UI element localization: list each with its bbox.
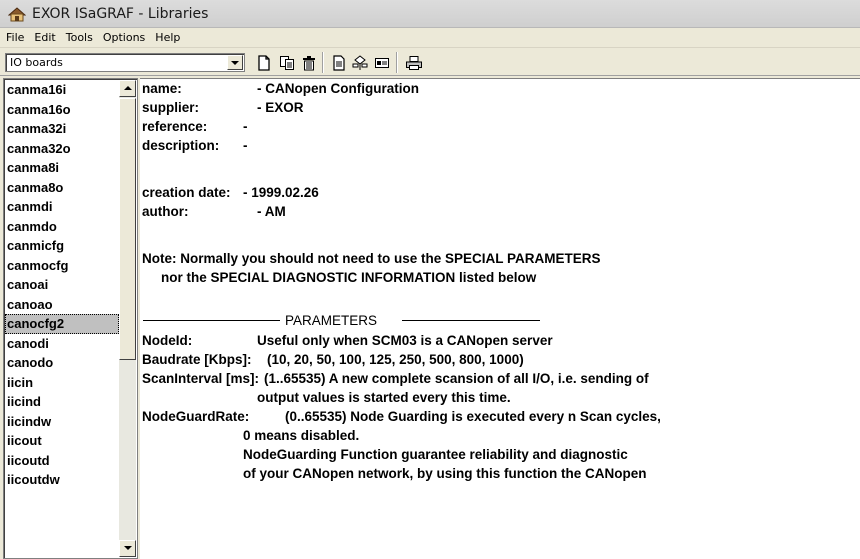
note-line-2: nor the SPECIAL DIAGNOSTIC INFORMATION l… (161, 270, 537, 285)
window-title: EXOR ISaGRAF - Libraries (32, 5, 209, 22)
baudrate-label: Baudrate [Kbps]: (142, 352, 252, 367)
delete-icon (303, 55, 315, 70)
menu-bar: File Edit Tools Options Help (0, 28, 860, 48)
menu-file[interactable]: File (0, 28, 29, 48)
scroll-down-button[interactable] (119, 540, 136, 557)
scroll-up-button[interactable] (119, 80, 136, 97)
scaninterval-text-2: output values is started every this time… (257, 390, 511, 405)
author-value: - AM (257, 204, 286, 219)
nodeguardrate-label: NodeGuardRate: (142, 409, 250, 424)
nodeguardrate-text-4: of your CANopen network, by using this f… (243, 466, 647, 481)
menu-help[interactable]: Help (150, 28, 185, 48)
parameters-heading: PARAMETERS (285, 313, 378, 328)
list-item[interactable]: canoai (5, 275, 119, 295)
name-label: name: (142, 81, 182, 96)
list-item[interactable]: iicoutdw (5, 470, 119, 490)
nodeguardrate-text-2: 0 means disabled. (243, 428, 360, 443)
toolbar-separator (396, 52, 398, 73)
list-item[interactable]: canma32i (5, 119, 119, 139)
description-label: description: (142, 138, 220, 153)
reference-label: reference: (142, 119, 208, 134)
list-item[interactable]: canmdo (5, 217, 119, 237)
creation-date-value: - 1999.02.26 (243, 185, 319, 200)
author-label: author: (142, 204, 189, 219)
library-type-value: IO boards (10, 56, 63, 69)
nodeguardrate-text: (0..65535) Node Guarding is executed eve… (285, 409, 661, 424)
new-document-icon (258, 54, 270, 71)
nodeid-text: Useful only when SCM03 is a CANopen serv… (257, 333, 553, 348)
list-item[interactable]: iicind (5, 392, 119, 412)
list-item[interactable]: canmocfg (5, 256, 119, 276)
print-button[interactable] (404, 53, 424, 72)
parameters-rule-right (402, 320, 540, 321)
name-value: - CANopen Configuration (257, 81, 419, 96)
nodeid-label: NodeId: (142, 333, 193, 348)
view-icon (375, 57, 389, 68)
library-list[interactable]: canma16i canma16o canma32i canma32o canm… (3, 78, 138, 559)
nodeguardrate-text-3: NodeGuarding Function guarantee reliabil… (243, 447, 628, 462)
copy-button[interactable] (277, 53, 297, 72)
copy-icon (280, 55, 294, 70)
list-item[interactable]: canma8i (5, 158, 119, 178)
library-type-select[interactable]: IO boards (5, 53, 245, 72)
list-item[interactable]: canma16i (5, 80, 119, 100)
note-line-1: Note: Normally you should not need to us… (142, 251, 601, 266)
library-description-pane: name: - CANopen Configuration supplier: … (140, 78, 860, 559)
scrollbar-thumb[interactable] (119, 98, 136, 360)
list-item[interactable]: canma8o (5, 178, 119, 198)
description-value: - (243, 138, 248, 153)
scaninterval-text: (1..65535) A new complete scansion of al… (264, 371, 649, 386)
title-bar: EXOR ISaGRAF - Libraries (0, 0, 860, 28)
list-item[interactable]: canodo (5, 353, 119, 373)
list-item[interactable]: canodi (5, 334, 119, 354)
list-item[interactable]: canmdi (5, 197, 119, 217)
list-scrollbar[interactable] (119, 80, 136, 557)
properties-button[interactable] (329, 53, 349, 72)
scaninterval-label: ScanInterval [ms]: (142, 371, 260, 386)
menu-tools[interactable]: Tools (61, 28, 98, 48)
library-list-items: canma16i canma16o canma32i canma32o canm… (5, 80, 119, 490)
list-item[interactable]: iicoutd (5, 451, 119, 471)
list-item[interactable]: canmicfg (5, 236, 119, 256)
dropdown-arrow-button[interactable] (227, 55, 243, 70)
view-button[interactable] (372, 53, 392, 72)
compile-icon (352, 54, 368, 70)
list-item[interactable]: canoao (5, 295, 119, 315)
toolbar: IO boards (0, 49, 860, 76)
properties-icon (333, 54, 345, 71)
list-item[interactable]: iicin (5, 373, 119, 393)
baudrate-text: (10, 20, 50, 100, 125, 250, 500, 800, 10… (267, 352, 524, 367)
supplier-label: supplier: (142, 100, 200, 115)
list-item[interactable]: canma16o (5, 100, 119, 120)
list-item-selected[interactable]: canocfg2 (5, 314, 119, 334)
print-icon (406, 55, 422, 70)
toolbar-separator (322, 52, 324, 73)
compile-button[interactable] (350, 53, 370, 72)
parameters-rule-left (143, 320, 280, 321)
creation-date-label: creation date: (142, 185, 231, 200)
reference-value: - (243, 119, 248, 134)
new-document-button[interactable] (254, 53, 274, 72)
menu-edit[interactable]: Edit (29, 28, 60, 48)
supplier-value: - EXOR (257, 100, 304, 115)
list-item[interactable]: iicout (5, 431, 119, 451)
list-item[interactable]: canma32o (5, 139, 119, 159)
menu-options[interactable]: Options (98, 28, 150, 48)
isagraf-app-icon (8, 6, 26, 22)
delete-button[interactable] (299, 53, 319, 72)
list-item[interactable]: iicindw (5, 412, 119, 432)
